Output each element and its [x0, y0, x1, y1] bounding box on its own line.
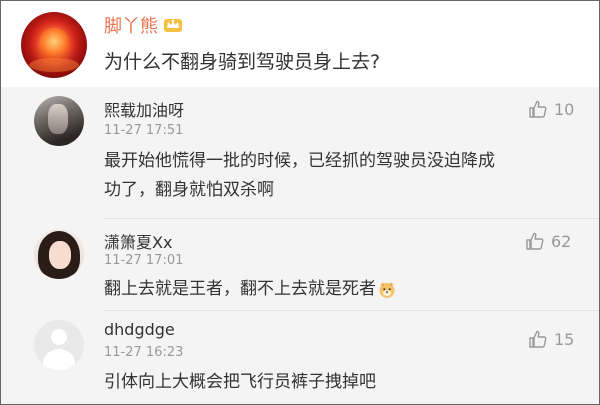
comment-time: 11-27 16:23	[104, 345, 184, 360]
original-post: 脚丫熊 为什么不翻身骑到驾驶员身上去?	[1, 1, 599, 87]
thumbs-up-icon	[529, 100, 547, 118]
comment-list: 熙载加油呀 11-27 17:51 10 最开始他慌得一批的时候，已经抓的驾驶员…	[1, 87, 599, 404]
comment-avatar[interactable]	[34, 96, 84, 146]
like-count: 10	[554, 99, 575, 119]
comment-username[interactable]: 潇箫夏Xx	[104, 229, 172, 253]
thumbs-up-icon	[526, 232, 544, 250]
weibo-comment-screenshot: 脚丫熊 为什么不翻身骑到驾驶员身上去? 熙载加油呀 11-27 17:51 10	[0, 0, 600, 405]
crown-icon	[164, 19, 182, 32]
dog-emoji-icon	[379, 282, 395, 298]
like-button[interactable]: 15	[528, 329, 574, 349]
comment-username[interactable]: 熙载加油呀	[104, 97, 184, 121]
comment-item: 潇箫夏Xx 11-27 17:01 62 翻上去就是王者，翻不上去就是死者	[1, 218, 599, 315]
comment-username[interactable]: dhdgdge	[104, 320, 175, 339]
comment-avatar[interactable]	[34, 229, 84, 279]
thumbs-up-icon	[529, 330, 547, 348]
post-avatar[interactable]	[21, 12, 87, 78]
comment-time: 11-27 17:01	[104, 253, 184, 268]
comment-text: 翻上去就是王者，翻不上去就是死者	[104, 275, 584, 304]
lantern-image	[39, 28, 69, 62]
post-username-row: 脚丫熊	[104, 12, 183, 38]
comment-text: 最开始他慌得一批的时候，已经抓的驾驶员没迫降成 功了，翻身就怕双杀啊	[104, 151, 495, 200]
comment-time: 11-27 17:51	[104, 123, 184, 138]
comment-item: dhdgdge 11-27 16:23 15 引体向上大概会把飞行员裤子拽掉吧	[1, 310, 599, 404]
comment-text: 引体向上大概会把飞行员裤子拽掉吧	[104, 372, 376, 392]
comment-avatar[interactable]	[34, 320, 84, 370]
like-count: 15	[554, 329, 575, 349]
like-button[interactable]: 10	[528, 99, 574, 119]
post-username[interactable]: 脚丫熊	[104, 12, 158, 38]
comment-item: 熙载加油呀 11-27 17:51 10 最开始他慌得一批的时候，已经抓的驾驶员…	[1, 87, 599, 224]
like-button[interactable]: 62	[525, 231, 571, 251]
like-count: 62	[551, 231, 572, 251]
post-text: 为什么不翻身骑到驾驶员身上去?	[104, 51, 381, 73]
